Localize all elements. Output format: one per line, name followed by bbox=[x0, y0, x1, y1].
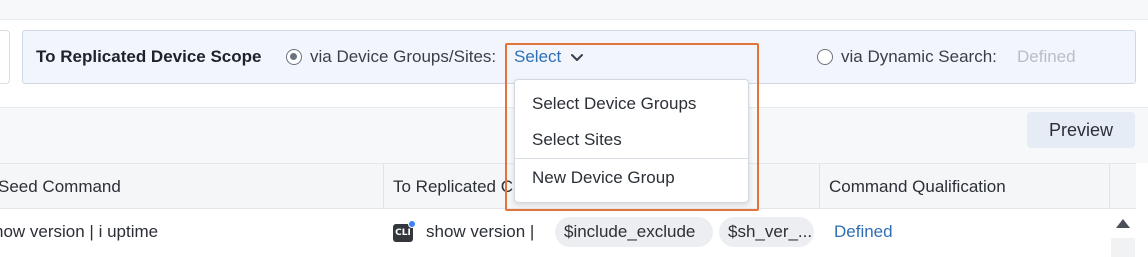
column-divider[interactable] bbox=[383, 163, 384, 209]
scroll-up-arrow-icon[interactable] bbox=[1116, 219, 1130, 228]
menu-item-select-sites[interactable]: Select Sites bbox=[515, 130, 748, 150]
preview-button[interactable]: Preview bbox=[1027, 112, 1135, 148]
column-header-seed-command[interactable]: Seed Command bbox=[0, 177, 121, 197]
select-dropdown-trigger[interactable]: Select bbox=[514, 47, 561, 67]
top-strip bbox=[0, 0, 1148, 20]
column-header-command-qualification[interactable]: Command Qualification bbox=[829, 177, 1006, 197]
dynamic-search-value: Defined bbox=[1017, 47, 1076, 66]
scrollbar-track[interactable] bbox=[1111, 238, 1135, 257]
variable-chip[interactable]: $sh_ver_... bbox=[719, 217, 814, 247]
dynamic-search-radio-label[interactable]: via Dynamic Search: bbox=[841, 47, 997, 67]
menu-divider bbox=[515, 158, 748, 159]
chevron-down-icon[interactable] bbox=[570, 51, 584, 65]
menu-item-new-device-group[interactable]: New Device Group bbox=[515, 168, 748, 188]
scope-title: To Replicated Device Scope bbox=[36, 47, 262, 66]
device-groups-radio[interactable] bbox=[286, 49, 302, 65]
column-divider[interactable] bbox=[819, 163, 820, 209]
variable-chip[interactable]: $include_exclude bbox=[555, 217, 713, 247]
device-groups-radio-label[interactable]: via Device Groups/Sites: bbox=[310, 47, 496, 67]
menu-item-select-device-groups[interactable]: Select Device Groups bbox=[515, 94, 748, 114]
left-panel-edge bbox=[0, 30, 10, 84]
dynamic-search-radio[interactable] bbox=[817, 49, 833, 65]
seed-command-cell: how version | i uptime bbox=[0, 222, 159, 241]
command-qualification-link[interactable]: Defined bbox=[834, 222, 893, 242]
select-dropdown-menu: Select Device Groups Select Sites New De… bbox=[514, 79, 749, 203]
column-header-replicated-command[interactable]: To Replicated C bbox=[393, 177, 513, 197]
cli-status-dot bbox=[408, 220, 416, 228]
replicated-command-text: show version | bbox=[426, 222, 535, 241]
table-header-spacer bbox=[1109, 164, 1136, 208]
